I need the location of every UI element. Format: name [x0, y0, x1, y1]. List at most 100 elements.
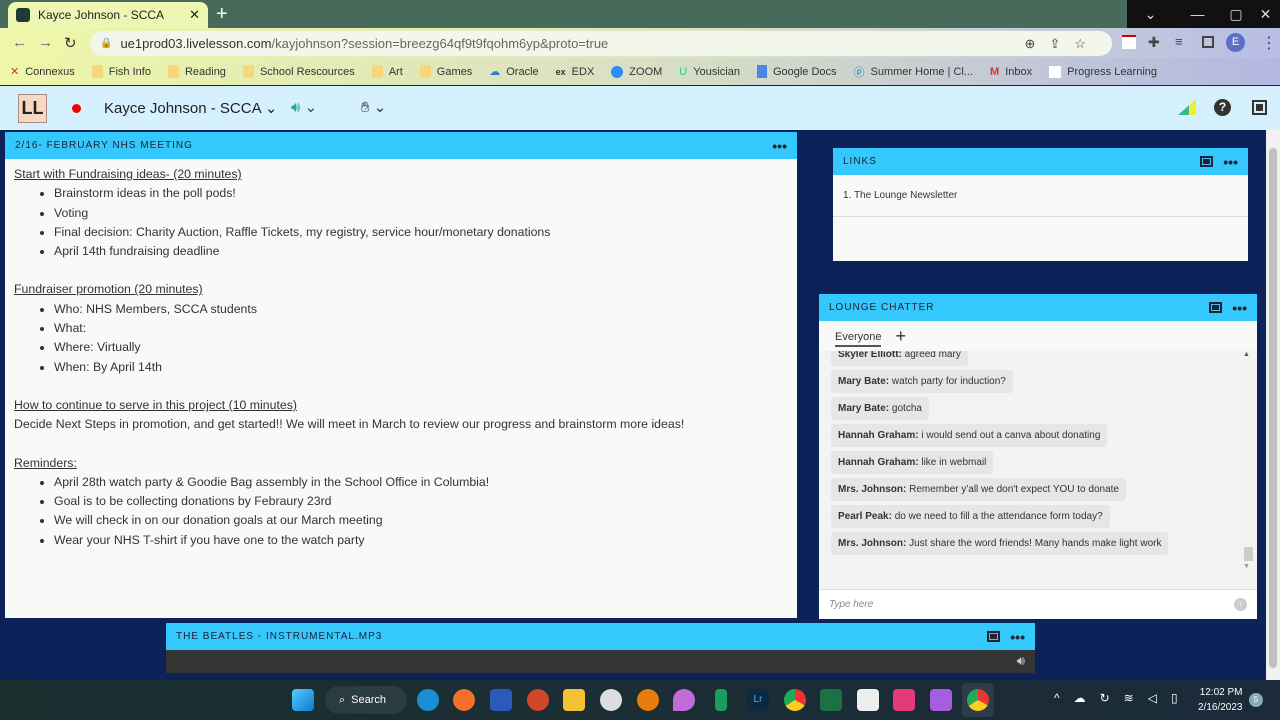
- chrome-icon[interactable]: [784, 689, 806, 711]
- room-menu[interactable]: Kayce Johnson - SCCA ⌄: [104, 99, 278, 117]
- app-icon[interactable]: [857, 689, 879, 711]
- bookmark[interactable]: Progress Learning: [1049, 65, 1158, 78]
- notification-icon[interactable]: 5: [1249, 693, 1263, 707]
- app-icon[interactable]: [673, 689, 695, 711]
- bookmark[interactable]: Reading: [167, 65, 226, 78]
- list-item: Where: Virtually: [54, 338, 788, 357]
- volume-icon[interactable]: 🔊︎: [1017, 653, 1025, 669]
- gmail-icon: M: [990, 65, 1000, 78]
- app-icon[interactable]: [600, 689, 622, 711]
- firefox-icon[interactable]: [453, 689, 475, 711]
- chat-scrollbar[interactable]: ▲ ▼: [1243, 351, 1253, 573]
- start-icon[interactable]: [292, 689, 314, 711]
- maximize-icon[interactable]: [1209, 302, 1223, 313]
- system-tray-icons[interactable]: ^☁↻≋◁▯: [1054, 691, 1192, 705]
- list-item: Final decision: Charity Auction, Raffle …: [54, 223, 788, 242]
- tab-search-button[interactable]: ⌄: [1127, 0, 1174, 28]
- pod-header: THE BEATLES - INSTRUMENTAL.MP3 •••: [166, 623, 1035, 650]
- more-options-icon[interactable]: •••: [1223, 154, 1238, 170]
- list-item: April 14th fundraising deadline: [54, 242, 788, 261]
- help-icon[interactable]: ?: [1214, 99, 1231, 116]
- forward-icon[interactable]: →: [38, 34, 53, 51]
- word-icon[interactable]: [490, 689, 512, 711]
- clock[interactable]: 12:02 PM 2/16/2023: [1198, 685, 1243, 715]
- pod-title: 2/16- FEBRUARY NHS MEETING: [15, 140, 193, 151]
- bookmark[interactable]: Art: [371, 65, 403, 78]
- maximize-button[interactable]: ▢: [1221, 0, 1251, 28]
- maximize-icon[interactable]: [987, 631, 1001, 642]
- profile-avatar[interactable]: E: [1226, 33, 1245, 52]
- more-options-icon[interactable]: •••: [1232, 300, 1247, 316]
- taskbar: ⌕ Search Lr ^☁↻≋◁▯ 12:02 PM 2/16/2023 5: [0, 680, 1280, 720]
- menu-icon[interactable]: ⋮: [1261, 33, 1277, 53]
- new-tab-button[interactable]: +: [216, 3, 228, 26]
- bookmark[interactable]: ⓟ Summer Home | Cl...: [854, 64, 974, 80]
- close-tab-icon[interactable]: ✕: [189, 7, 200, 23]
- audio-player[interactable]: 🔊︎: [166, 650, 1035, 673]
- folder-icon: [91, 65, 103, 78]
- bookmark[interactable]: School Rescources: [242, 65, 355, 78]
- file-explorer-icon[interactable]: [563, 689, 585, 711]
- chevron-down-icon: ⌄: [304, 99, 318, 116]
- reload-icon[interactable]: ↻: [64, 34, 77, 52]
- chat-input[interactable]: Type here ↑: [819, 589, 1257, 619]
- link-item[interactable]: 1. The Lounge Newsletter: [833, 175, 1248, 217]
- powerpoint-icon[interactable]: [527, 689, 549, 711]
- extension-icon[interactable]: [1122, 35, 1136, 49]
- creative-cloud-icon[interactable]: [893, 689, 915, 711]
- tab-everyone[interactable]: Everyone: [835, 325, 882, 347]
- bookmark[interactable]: U Yousician: [679, 66, 740, 78]
- connection-status-icon[interactable]: [1178, 99, 1196, 115]
- extensions-puzzle-icon[interactable]: ✚: [1148, 34, 1160, 51]
- zoom-share-star-icons[interactable]: ⊕⇪☆: [1025, 36, 1100, 52]
- progress-learning-icon: [1049, 65, 1062, 78]
- bookmark[interactable]: ex EDX: [556, 66, 595, 78]
- zoom-icon: [611, 65, 624, 78]
- section-heading: How to continue to serve in this project…: [14, 397, 297, 412]
- bookmark[interactable]: ZOOM: [611, 65, 662, 78]
- more-options-icon[interactable]: •••: [1010, 629, 1025, 645]
- search-icon: ⌕: [339, 693, 346, 706]
- bookmark[interactable]: Google Docs: [756, 65, 837, 78]
- bookmark[interactable]: Games: [419, 65, 472, 78]
- app-header: LL Kayce Johnson - SCCA ⌄ 🔊︎ ⌄ ✋︎ ⌄ ?: [0, 86, 1280, 130]
- hand-icon: ✋︎: [361, 99, 370, 116]
- chat-tabs: Everyone +: [819, 321, 1257, 351]
- edge-icon[interactable]: [417, 689, 439, 711]
- more-options-icon[interactable]: •••: [772, 138, 787, 154]
- bookmark[interactable]: M Inbox: [990, 66, 1032, 78]
- sender-name: Hannah Graham:: [838, 457, 919, 468]
- excel-icon[interactable]: [820, 689, 842, 711]
- raise-hand-menu[interactable]: ✋︎ ⌄: [361, 98, 386, 116]
- app-icon[interactable]: [715, 689, 727, 711]
- message-text: do we need to fill a the attendance form…: [891, 511, 1103, 522]
- side-panel-icon[interactable]: [1202, 36, 1214, 48]
- list-item: What:: [54, 319, 788, 338]
- fullscreen-icon[interactable]: [1252, 100, 1267, 115]
- bookmark[interactable]: ☁ Oracle: [489, 65, 538, 79]
- browser-tab[interactable]: Kayce Johnson - SCCA ✕: [8, 2, 208, 28]
- search-button[interactable]: ⌕ Search: [325, 686, 407, 714]
- media-icon[interactable]: ≡: [1175, 34, 1183, 49]
- bookmark-label: Fish Info: [108, 65, 151, 78]
- send-icon[interactable]: ↑: [1234, 598, 1247, 611]
- add-tab-icon[interactable]: +: [895, 326, 906, 347]
- clipchamp-icon[interactable]: [930, 689, 952, 711]
- blender-icon[interactable]: [637, 689, 659, 711]
- lock-icon: 🔒: [100, 38, 113, 49]
- maximize-icon[interactable]: [1200, 156, 1214, 167]
- bookmark[interactable]: Fish Info: [91, 65, 151, 78]
- bookmark-label: Progress Learning: [1067, 65, 1158, 78]
- chrome-active-button[interactable]: [962, 683, 994, 717]
- minimize-button[interactable]: —: [1174, 0, 1221, 28]
- page-scrollbar[interactable]: [1266, 130, 1280, 680]
- lightroom-icon[interactable]: Lr: [747, 689, 769, 711]
- bookmark[interactable]: ✕ Connexus: [10, 65, 75, 79]
- close-window-button[interactable]: ✕: [1251, 0, 1280, 28]
- speaker-menu[interactable]: 🔊︎ ⌄: [291, 98, 317, 116]
- address-bar[interactable]: 🔒 ue1prod03.livelesson.com/kayjohnson?ses…: [90, 31, 1112, 56]
- links-pod: LINKS ••• 1. The Lounge Newsletter: [832, 147, 1249, 262]
- bookmark-label: School Rescources: [259, 65, 355, 78]
- chevron-down-icon: ⌄: [373, 99, 387, 116]
- back-icon[interactable]: ←: [12, 34, 27, 51]
